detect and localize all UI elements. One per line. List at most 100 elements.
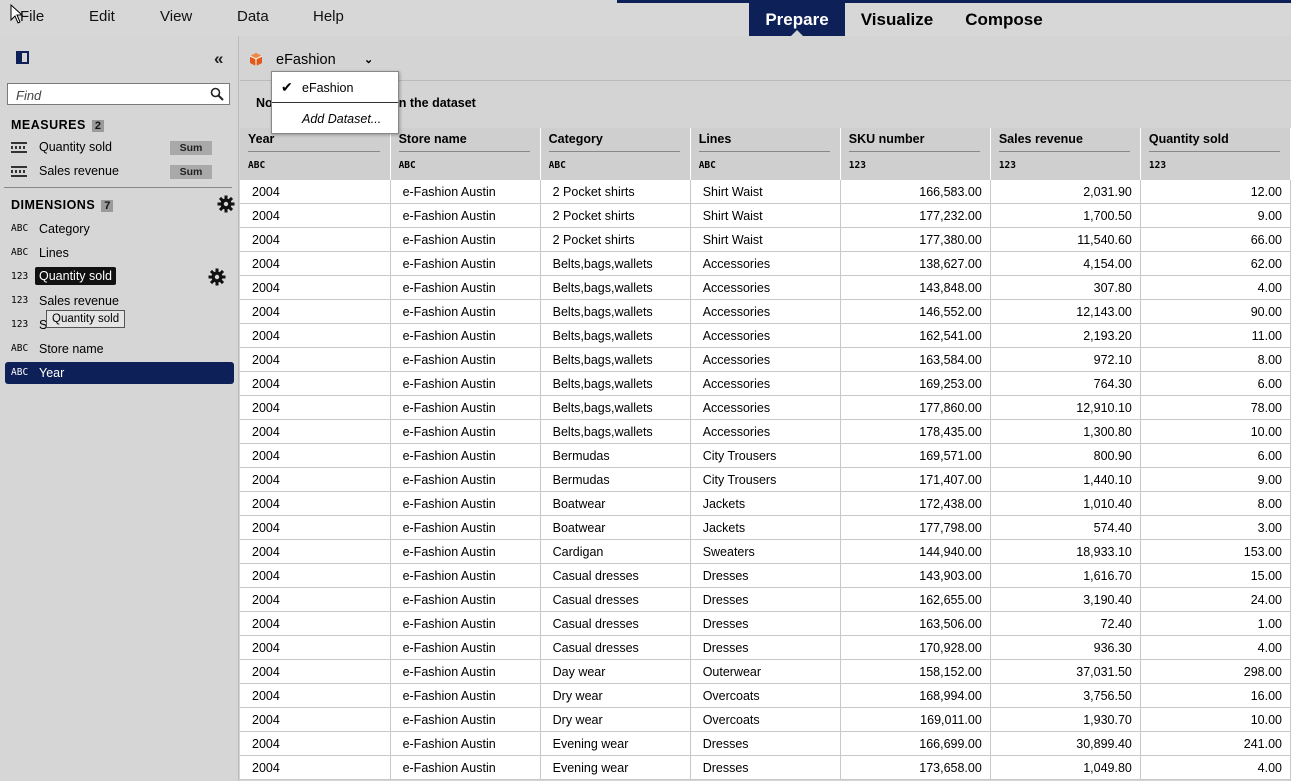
table-row[interactable]: 2004 e-Fashion Austin Casual dresses Dresse…: [240, 563, 1291, 588]
table-cell[interactable]: 178,435.00: [840, 419, 991, 444]
collapse-panel-icon[interactable]: «: [214, 49, 223, 69]
table-cell[interactable]: 172,438.00: [840, 491, 991, 516]
table-cell[interactable]: 1,300.80: [990, 419, 1141, 444]
aggregation-badge[interactable]: Sum: [170, 165, 212, 179]
table-cell[interactable]: 66.00: [1140, 227, 1291, 252]
table-cell[interactable]: 2004: [240, 395, 391, 420]
table-cell[interactable]: Sweaters: [690, 539, 841, 564]
table-cell[interactable]: 2,031.90: [990, 180, 1141, 204]
table-cell[interactable]: 2004: [240, 443, 391, 468]
table-cell[interactable]: 4.00: [1140, 275, 1291, 300]
table-cell[interactable]: 2004: [240, 419, 391, 444]
table-cell[interactable]: e-Fashion Austin: [390, 419, 541, 444]
tab-compose[interactable]: Compose: [955, 3, 1053, 36]
table-cell[interactable]: 2004: [240, 203, 391, 228]
panel-layout-icon[interactable]: [16, 51, 29, 64]
column-header-sales-revenue[interactable]: Sales revenue 123: [990, 128, 1141, 180]
table-cell[interactable]: 298.00: [1140, 659, 1291, 684]
table-cell[interactable]: 162,655.00: [840, 587, 991, 612]
table-cell[interactable]: 2004: [240, 731, 391, 756]
table-cell[interactable]: 144,940.00: [840, 539, 991, 564]
table-row[interactable]: 2004 e-Fashion Austin Belts,bags,wallets Ac…: [240, 395, 1291, 420]
table-cell[interactable]: 2004: [240, 683, 391, 708]
tab-prepare[interactable]: Prepare: [749, 3, 845, 36]
table-row[interactable]: 2004 e-Fashion Austin Cardigan Sweaters 144,…: [240, 539, 1291, 564]
table-cell[interactable]: Casual dresses: [540, 587, 691, 612]
dimension-item-store-name[interactable]: ABC Store name: [5, 338, 234, 360]
table-cell[interactable]: 2004: [240, 539, 391, 564]
table-cell[interactable]: 2004: [240, 251, 391, 276]
table-cell[interactable]: 574.40: [990, 515, 1141, 540]
table-row[interactable]: 2004 e-Fashion Austin Belts,bags,wallets Ac…: [240, 419, 1291, 444]
table-cell[interactable]: e-Fashion Austin: [390, 515, 541, 540]
table-cell[interactable]: 170,928.00: [840, 635, 991, 660]
table-row[interactable]: 2004 e-Fashion Austin Boatwear Jackets 177,7…: [240, 515, 1291, 540]
table-cell[interactable]: 37,031.50: [990, 659, 1141, 684]
table-cell[interactable]: Bermudas: [540, 443, 691, 468]
table-cell[interactable]: e-Fashion Austin: [390, 227, 541, 252]
table-cell[interactable]: Belts,bags,wallets: [540, 419, 691, 444]
table-cell[interactable]: 2,193.20: [990, 323, 1141, 348]
table-cell[interactable]: Belts,bags,wallets: [540, 371, 691, 396]
dataset-selector[interactable]: eFashion: [276, 52, 336, 68]
table-row[interactable]: 2004 e-Fashion Austin Casual dresses Dresse…: [240, 635, 1291, 660]
table-cell[interactable]: 9.00: [1140, 203, 1291, 228]
table-cell[interactable]: Casual dresses: [540, 563, 691, 588]
table-cell[interactable]: 2004: [240, 707, 391, 732]
table-cell[interactable]: 307.80: [990, 275, 1141, 300]
table-cell[interactable]: Day wear: [540, 659, 691, 684]
table-cell[interactable]: 2 Pocket shirts: [540, 227, 691, 252]
table-cell[interactable]: Dry wear: [540, 707, 691, 732]
table-cell[interactable]: Evening wear: [540, 731, 691, 756]
table-cell[interactable]: 2004: [240, 275, 391, 300]
table-cell[interactable]: Accessories: [690, 299, 841, 324]
table-cell[interactable]: Accessories: [690, 251, 841, 276]
dropdown-option-efashion[interactable]: eFashion: [302, 81, 353, 95]
column-header-lines[interactable]: Lines ABC: [690, 128, 841, 180]
table-cell[interactable]: Outerwear: [690, 659, 841, 684]
table-cell[interactable]: 2004: [240, 323, 391, 348]
table-cell[interactable]: e-Fashion Austin: [390, 371, 541, 396]
table-cell[interactable]: 173,658.00: [840, 755, 991, 780]
table-cell[interactable]: Boatwear: [540, 515, 691, 540]
chevron-down-icon[interactable]: ⌄: [364, 53, 373, 66]
table-row[interactable]: 2004 e-Fashion Austin 2 Pocket shirts Shirt…: [240, 227, 1291, 252]
column-header-category[interactable]: Category ABC: [540, 128, 691, 180]
dimension-item-category[interactable]: ABC Category: [5, 218, 234, 240]
column-header-sku-number[interactable]: SKU number 123: [840, 128, 991, 180]
table-cell[interactable]: 3,190.40: [990, 587, 1141, 612]
measure-item-sales-revenue[interactable]: Sales revenue Sum: [11, 162, 212, 182]
table-cell[interactable]: 177,232.00: [840, 203, 991, 228]
table-cell[interactable]: 166,583.00: [840, 180, 991, 204]
table-cell[interactable]: e-Fashion Austin: [390, 563, 541, 588]
table-cell[interactable]: Bermudas: [540, 467, 691, 492]
table-cell[interactable]: 2004: [240, 755, 391, 780]
table-cell[interactable]: 3.00: [1140, 515, 1291, 540]
column-header-quantity-sold[interactable]: Quantity sold 123: [1140, 128, 1291, 180]
table-cell[interactable]: e-Fashion Austin: [390, 251, 541, 276]
table-cell[interactable]: 177,380.00: [840, 227, 991, 252]
table-cell[interactable]: Overcoats: [690, 707, 841, 732]
table-cell[interactable]: 4,154.00: [990, 251, 1141, 276]
table-cell[interactable]: 1,700.50: [990, 203, 1141, 228]
table-cell[interactable]: e-Fashion Austin: [390, 467, 541, 492]
table-cell[interactable]: 11.00: [1140, 323, 1291, 348]
dimensions-settings-gear-icon[interactable]: [217, 195, 235, 213]
table-cell[interactable]: 171,407.00: [840, 467, 991, 492]
table-cell[interactable]: 2004: [240, 180, 391, 204]
table-cell[interactable]: Overcoats: [690, 683, 841, 708]
table-cell[interactable]: 3,756.50: [990, 683, 1141, 708]
column-header-year[interactable]: Year ABC: [240, 128, 391, 180]
table-cell[interactable]: 12,143.00: [990, 299, 1141, 324]
table-cell[interactable]: Belts,bags,wallets: [540, 395, 691, 420]
table-cell[interactable]: 2004: [240, 227, 391, 252]
table-cell[interactable]: 169,253.00: [840, 371, 991, 396]
table-cell[interactable]: 11,540.60: [990, 227, 1141, 252]
table-cell[interactable]: Cardigan: [540, 539, 691, 564]
table-cell[interactable]: 1,010.40: [990, 491, 1141, 516]
measure-item-quantity-sold[interactable]: Quantity sold Sum: [11, 138, 212, 158]
table-cell[interactable]: Belts,bags,wallets: [540, 275, 691, 300]
table-row[interactable]: 2004 e-Fashion Austin Belts,bags,wallets Ac…: [240, 371, 1291, 396]
table-cell[interactable]: Accessories: [690, 323, 841, 348]
table-cell[interactable]: 10.00: [1140, 419, 1291, 444]
